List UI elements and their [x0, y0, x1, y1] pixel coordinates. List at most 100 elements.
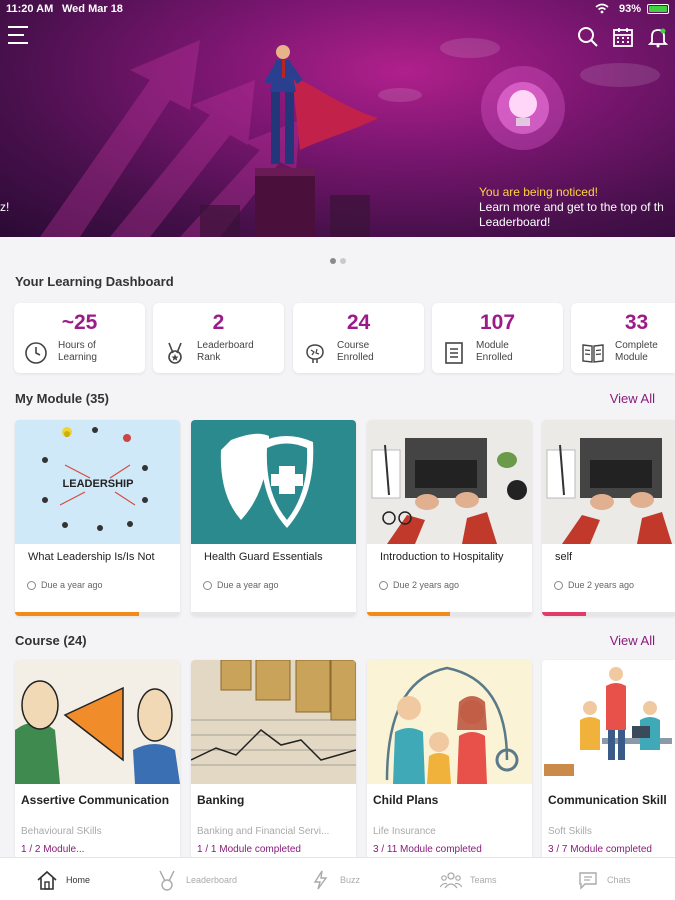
course-category: Soft Skills	[548, 826, 592, 837]
coins-chart-illustration	[191, 660, 356, 766]
carousel-dot[interactable]	[340, 258, 346, 264]
course-progress-text: 3 / 7 Module completed	[548, 844, 652, 855]
stat-label: Course Enrolled	[337, 340, 374, 364]
clock-icon	[379, 580, 388, 590]
hero-banner[interactable]: 11:20 AM Wed Mar 18 93% z! You are being…	[0, 0, 675, 237]
hero-notice-title: You are being noticed!	[479, 185, 598, 199]
module-card[interactable]: self Due 2 years ago	[542, 420, 675, 616]
nav-chats[interactable]: Chats	[577, 866, 631, 894]
stat-label-line1: Module	[476, 340, 509, 351]
carousel-dots[interactable]	[330, 251, 350, 269]
course-category: Banking and Financial Servi...	[197, 826, 330, 837]
meeting-illustration	[544, 667, 672, 776]
course-title: Communication Skill	[548, 793, 667, 807]
shield-icon	[220, 433, 314, 528]
module-card[interactable]: LEADERSHIP What Leadership Is/Is Not Due…	[15, 420, 180, 616]
stat-label: Complete Module	[615, 340, 658, 364]
modules-view-all-link[interactable]: View All	[610, 391, 655, 406]
module-card[interactable]: Introduction to Hospitality Due 2 years …	[367, 420, 532, 616]
nav-leaderboard[interactable]: Leaderboard	[156, 866, 237, 894]
nav-home-label: Home	[66, 875, 91, 885]
home-icon	[37, 870, 57, 890]
module-card[interactable]: Health Guard Essentials Due a year ago	[191, 420, 356, 616]
clock-icon	[27, 580, 36, 590]
laptop-illustration	[371, 438, 527, 544]
course-thumbnail	[367, 660, 532, 784]
menu-icon[interactable]	[8, 26, 30, 48]
stat-value: 2	[212, 311, 225, 334]
stat-card-hours[interactable]: ~25 Hours of Learning	[14, 303, 145, 373]
module-title: Introduction to Hospitality	[380, 551, 504, 563]
status-date: Wed Mar 18	[62, 3, 123, 15]
clock-icon	[554, 580, 563, 590]
calendar-icon[interactable]	[612, 26, 634, 48]
svg-text:LEADERSHIP: LEADERSHIP	[63, 478, 134, 490]
courses-title: Course (24)	[15, 633, 87, 648]
module-due: Due 2 years ago	[554, 580, 634, 590]
stat-card-modules[interactable]: 107 Module Enrolled	[432, 303, 563, 373]
course-category: Life Insurance	[373, 826, 436, 837]
leadership-illustration: LEADERSHIP	[42, 427, 148, 531]
stat-label-line1: Hours of	[58, 340, 96, 351]
stat-label-line2: Learning	[58, 352, 97, 363]
modules-title: My Module (35)	[15, 391, 109, 406]
stat-card-courses[interactable]: 24 Course Enrolled	[293, 303, 424, 373]
nav-teams-label: Teams	[470, 875, 497, 885]
module-progress-track	[191, 612, 356, 616]
chat-icon	[579, 872, 597, 890]
search-icon[interactable]	[577, 26, 599, 48]
wifi-icon	[595, 3, 609, 14]
course-thumbnail	[542, 660, 675, 784]
course-thumbnail	[191, 660, 356, 784]
module-due: Due a year ago	[203, 580, 279, 590]
megaphone-illustration	[15, 680, 180, 784]
module-due-text: Due 2 years ago	[568, 580, 635, 590]
status-bar: 11:20 AM Wed Mar 18 93%	[0, 0, 675, 18]
stat-label-line2: Enrolled	[337, 352, 374, 363]
course-card[interactable]: Communication Skill Soft Skills 3 / 7 Mo…	[542, 660, 675, 860]
stat-label: Leaderboard Rank	[197, 340, 254, 364]
module-title: Health Guard Essentials	[204, 551, 323, 563]
module-progress-track	[367, 612, 532, 616]
course-card[interactable]: Child Plans Life Insurance 3 / 11 Module…	[367, 660, 532, 860]
stat-label-line2: Module	[615, 352, 648, 363]
stat-label-line1: Complete	[615, 340, 658, 351]
brain-icon	[306, 344, 324, 363]
stat-label: Module Enrolled	[476, 340, 513, 364]
stat-card-completed[interactable]: 33 Complete Module	[571, 303, 675, 373]
course-progress-text: 3 / 11 Module completed	[373, 844, 482, 855]
course-title: Banking	[197, 793, 245, 807]
stat-label-line2: Rank	[197, 352, 221, 363]
course-card[interactable]: Assertive Communication Behavioural SKil…	[15, 660, 180, 860]
course-card[interactable]: Banking Banking and Financial Servi... 1…	[191, 660, 356, 860]
module-due-text: Due a year ago	[41, 580, 103, 590]
stat-label-line2: Enrolled	[476, 352, 513, 363]
status-time: 11:20 AM	[6, 3, 54, 15]
nav-buzz[interactable]: Buzz	[310, 866, 360, 894]
nav-buzz-label: Buzz	[340, 875, 361, 885]
stat-label-line1: Course	[337, 340, 370, 351]
nav-home[interactable]: Home	[36, 866, 90, 894]
hero-notice-line2: Leaderboard!	[479, 215, 551, 229]
module-thumbnail	[191, 420, 356, 544]
course-progress-text: 1 / 1 Module completed	[197, 844, 301, 855]
battery-icon	[647, 4, 669, 14]
stat-card-rank[interactable]: 2 Leaderboard Rank	[153, 303, 284, 373]
bell-icon[interactable]	[647, 26, 669, 48]
stat-value: ~25	[61, 311, 98, 334]
battery-percent: 93%	[618, 3, 641, 15]
stat-value: 24	[346, 311, 371, 334]
carousel-dot[interactable]	[330, 258, 336, 264]
medal-icon	[168, 342, 182, 364]
module-title: self	[555, 551, 573, 563]
courses-view-all-link[interactable]: View All	[610, 633, 655, 648]
stat-label-line1: Leaderboard	[197, 340, 254, 351]
module-due: Due a year ago	[27, 580, 103, 590]
family-illustration	[385, 666, 519, 784]
module-title: What Leadership Is/Is Not	[28, 551, 155, 563]
nav-teams[interactable]: Teams	[440, 866, 497, 894]
hero-prev-slide-text: z!	[0, 200, 10, 214]
course-thumbnail	[15, 660, 180, 784]
medal-icon	[159, 870, 175, 891]
course-title: Child Plans	[373, 793, 439, 807]
